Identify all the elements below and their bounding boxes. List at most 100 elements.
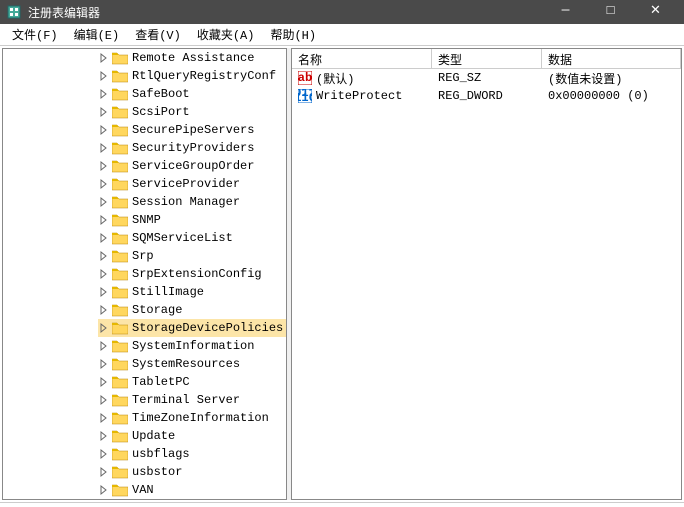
tree-item[interactable]: TimeZoneInformation: [98, 409, 286, 427]
minimize-button[interactable]: ─: [543, 0, 588, 24]
menu-view[interactable]: 查看(V): [127, 24, 189, 45]
tree-item[interactable]: StillImage: [98, 283, 286, 301]
expand-icon[interactable]: [98, 124, 110, 136]
tree-item-label: Terminal Server: [132, 393, 240, 407]
value-data: (数值未设置): [542, 69, 681, 88]
folder-icon: [112, 483, 128, 497]
expand-icon[interactable]: [98, 394, 110, 406]
tree-item[interactable]: ServiceProvider: [98, 175, 286, 193]
window-title: 注册表编辑器: [28, 4, 543, 21]
expand-icon[interactable]: [98, 232, 110, 244]
folder-icon: [112, 375, 128, 389]
tree-item[interactable]: SafeBoot: [98, 85, 286, 103]
tree-item[interactable]: ScsiPort: [98, 103, 286, 121]
tree-item-label: Storage: [132, 303, 182, 317]
content-area: Remote Assistance RtlQueryRegistryConf Saf…: [0, 46, 684, 502]
folder-icon: [112, 231, 128, 245]
tree-item[interactable]: SystemInformation: [98, 337, 286, 355]
expand-icon[interactable]: [98, 196, 110, 208]
list-row[interactable]: ab(默认)REG_SZ(数值未设置): [292, 69, 681, 87]
list-pane[interactable]: 名称 类型 数据 ab(默认)REG_SZ(数值未设置)011110WriteP…: [291, 48, 682, 500]
expand-icon[interactable]: [98, 412, 110, 424]
tree-item[interactable]: SecurityProviders: [98, 139, 286, 157]
tree-item[interactable]: Remote Assistance: [98, 49, 286, 67]
expand-icon[interactable]: [98, 160, 110, 172]
folder-icon: [112, 303, 128, 317]
tree-pane[interactable]: Remote Assistance RtlQueryRegistryConf Saf…: [2, 48, 287, 500]
menu-favorites[interactable]: 收藏夹(A): [189, 24, 263, 45]
expand-icon[interactable]: [98, 214, 110, 226]
expand-icon[interactable]: [98, 106, 110, 118]
string-value-icon: ab: [298, 71, 312, 85]
svg-text:110: 110: [298, 91, 312, 103]
tree-item-label: usbstor: [132, 465, 182, 479]
tree-item[interactable]: RtlQueryRegistryConf: [98, 67, 286, 85]
folder-icon: [112, 195, 128, 209]
svg-text:ab: ab: [298, 71, 312, 85]
tree-item[interactable]: Update: [98, 427, 286, 445]
column-type[interactable]: 类型: [432, 49, 542, 68]
tree-item-label: TabletPC: [132, 375, 190, 389]
expand-icon[interactable]: [98, 304, 110, 316]
dword-value-icon: 011110: [298, 89, 312, 103]
tree-item[interactable]: ServiceGroupOrder: [98, 157, 286, 175]
folder-icon: [112, 267, 128, 281]
folder-icon: [112, 393, 128, 407]
tree-item[interactable]: StorageDevicePolicies: [98, 319, 286, 337]
expand-icon[interactable]: [98, 178, 110, 190]
tree-item[interactable]: SNMP: [98, 211, 286, 229]
maximize-button[interactable]: □: [588, 0, 633, 24]
expand-icon[interactable]: [98, 52, 110, 64]
menu-file[interactable]: 文件(F): [4, 24, 66, 45]
expand-icon[interactable]: [98, 376, 110, 388]
close-button[interactable]: ✕: [633, 0, 678, 24]
tree-item[interactable]: usbstor: [98, 463, 286, 481]
column-data[interactable]: 数据: [542, 49, 681, 68]
tree-item-label: SrpExtensionConfig: [132, 267, 262, 281]
value-name: WriteProtect: [316, 89, 402, 103]
folder-icon: [112, 429, 128, 443]
expand-icon[interactable]: [98, 88, 110, 100]
expand-icon[interactable]: [98, 286, 110, 298]
expand-icon[interactable]: [98, 448, 110, 460]
tree-item[interactable]: Storage: [98, 301, 286, 319]
tree-item[interactable]: Srp: [98, 247, 286, 265]
tree-item-label: ScsiPort: [132, 105, 190, 119]
expand-icon[interactable]: [98, 322, 110, 334]
tree-item[interactable]: Terminal Server: [98, 391, 286, 409]
tree-item[interactable]: SystemResources: [98, 355, 286, 373]
expand-icon[interactable]: [98, 484, 110, 496]
tree-item-label: ServiceGroupOrder: [132, 159, 254, 173]
expand-icon[interactable]: [98, 268, 110, 280]
list-row[interactable]: 011110WriteProtectREG_DWORD0x00000000 (0…: [292, 87, 681, 105]
tree-item[interactable]: SrpExtensionConfig: [98, 265, 286, 283]
tree-item[interactable]: TabletPC: [98, 373, 286, 391]
tree-item[interactable]: Session Manager: [98, 193, 286, 211]
menu-edit[interactable]: 编辑(E): [66, 24, 128, 45]
expand-icon[interactable]: [98, 340, 110, 352]
column-name[interactable]: 名称: [292, 49, 432, 68]
tree-item-label: RtlQueryRegistryConf: [132, 69, 276, 83]
folder-icon: [112, 447, 128, 461]
expand-icon[interactable]: [98, 430, 110, 442]
expand-icon[interactable]: [98, 250, 110, 262]
tree-item-label: TimeZoneInformation: [132, 411, 269, 425]
value-name: (默认): [316, 70, 354, 87]
tree-item-label: SQMServiceList: [132, 231, 233, 245]
expand-icon[interactable]: [98, 358, 110, 370]
tree-item[interactable]: VAN: [98, 481, 286, 499]
folder-icon: [112, 69, 128, 83]
tree-item-label: SystemInformation: [132, 339, 254, 353]
tree-item-label: StorageDevicePolicies: [132, 321, 283, 335]
menu-help[interactable]: 帮助(H): [262, 24, 324, 45]
expand-icon[interactable]: [98, 70, 110, 82]
expand-icon[interactable]: [98, 466, 110, 478]
titlebar[interactable]: 注册表编辑器 ─ □ ✕: [0, 0, 684, 24]
folder-icon: [112, 123, 128, 137]
app-icon: [6, 4, 22, 20]
expand-icon[interactable]: [98, 142, 110, 154]
tree-item[interactable]: SecurePipeServers: [98, 121, 286, 139]
tree-item[interactable]: SQMServiceList: [98, 229, 286, 247]
tree-item-label: SNMP: [132, 213, 161, 227]
tree-item[interactable]: usbflags: [98, 445, 286, 463]
